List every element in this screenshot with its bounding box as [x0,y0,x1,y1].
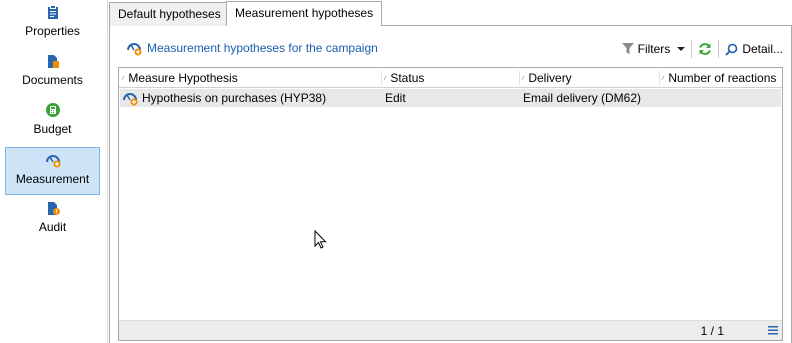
measurement-hypotheses-link[interactable]: Measurement hypotheses for the campaign [126,40,378,56]
column-header-delivery[interactable]: ⁄ Delivery [522,68,657,88]
detail-button[interactable]: Detail... [725,42,783,56]
search-icon [725,43,738,56]
menu-icon[interactable] [768,325,778,335]
filters-label: Filters [637,42,671,56]
sidebar-item-label: Measurement [15,172,90,186]
column-header-status[interactable]: ⁄ Status [384,68,519,88]
cell-status: Edit [385,91,406,105]
filter-icon [621,43,634,54]
tab-default-hypotheses[interactable]: Default hypotheses [109,2,230,26]
column-header-number-of-reactions[interactable]: ⁄ Number of reactions [662,68,782,88]
sidebar-item-documents[interactable]: Documents [5,49,100,97]
pager-text: 1 / 1 [700,324,724,338]
detail-label: Detail... [742,42,783,56]
audit-icon [47,202,60,215]
mouse-cursor-icon [314,230,327,249]
sidebar-item-properties[interactable]: Properties [5,0,100,48]
sidebar-item-label: Audit [38,220,67,234]
toolbar: Measurement hypotheses for the campaign … [120,36,785,62]
sidebar-item-label: Budget [33,122,72,136]
cell-reactions [663,89,781,107]
sort-icon: ⁄ [122,75,124,84]
budget-icon [45,103,60,117]
sort-icon: ⁄ [522,75,524,84]
table-row[interactable]: Hypothesis on purchases (HYP38) Edit Ema… [120,89,781,107]
column-divider[interactable] [659,71,660,85]
refresh-icon [699,43,712,55]
grid-header: ⁄ Measure Hypothesis ⁄ Status ⁄ Delivery ⁄ N… [119,68,782,88]
sidebar-item-audit[interactable]: Audit [5,196,100,244]
tab-panel: Measurement hypotheses for the campaign … [109,26,792,343]
documents-icon [47,55,59,68]
column-header-label: Number of reactions [668,71,777,85]
sidebar: Properties Documents Budget Measurement [0,0,106,343]
toolbar-separator [691,40,693,58]
column-header-label: Measure Hypothesis [128,71,238,85]
sort-icon: ⁄ [662,75,664,84]
grid-footer: 1 / 1 [119,320,782,340]
measurement-icon [127,43,142,56]
chevron-down-icon [677,47,686,51]
column-header-measure-hypothesis[interactable]: ⁄ Measure Hypothesis [122,68,377,88]
column-header-label: Status [390,71,425,85]
sidebar-item-label: Properties [25,24,80,38]
sidebar-item-measurement[interactable]: Measurement [5,147,100,195]
sidebar-item-budget[interactable]: Budget [5,98,100,146]
refresh-button[interactable] [698,42,712,56]
toolbar-separator [718,40,720,58]
measurement-icon [45,155,60,168]
cell-hypothesis: Hypothesis on purchases (HYP38) [142,91,327,105]
column-header-label: Delivery [528,71,572,85]
filters-button[interactable]: Filters [621,42,686,56]
sidebar-item-label: Documents [22,73,83,87]
sidebar-divider [107,0,108,343]
clipboard-icon [47,5,58,19]
cell-delivery: Email delivery (DM62) [523,91,642,105]
tab-strip: Default hypotheses Measurement hypothese… [109,0,792,26]
column-divider[interactable] [519,71,520,85]
measurement-icon [123,93,138,106]
column-divider[interactable] [381,71,382,85]
sort-icon: ⁄ [384,75,386,84]
toolbar-title: Measurement hypotheses for the campaign [147,41,378,55]
hypotheses-grid: ⁄ Measure Hypothesis ⁄ Status ⁄ Delivery ⁄ N… [118,67,783,341]
tab-measurement-hypotheses[interactable]: Measurement hypotheses [226,1,383,26]
